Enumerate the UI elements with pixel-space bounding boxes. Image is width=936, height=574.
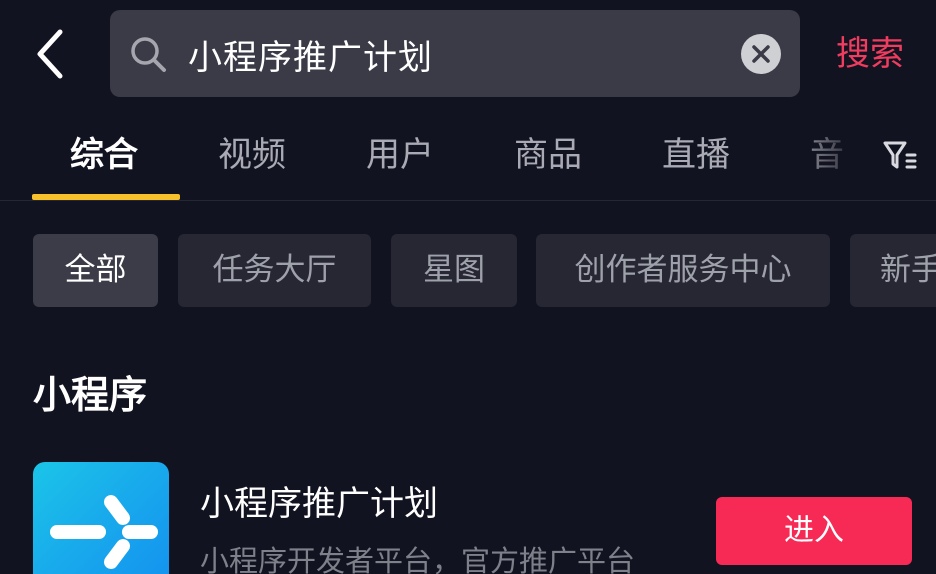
chip-creator-service-center[interactable]: 创作者服务中心 (536, 234, 830, 307)
tabs-divider (0, 200, 936, 201)
search-input[interactable] (188, 24, 728, 84)
result-description: 小程序开发者平台，官方推广平台 (200, 544, 636, 574)
clear-search-button[interactable] (741, 34, 781, 74)
result-title[interactable]: 小程序推广计划 (200, 480, 438, 528)
chip-task-hall[interactable]: 任务大厅 (178, 234, 371, 307)
search-submit-button[interactable]: 搜索 (836, 28, 904, 80)
chip-newbie[interactable]: 新手 (850, 234, 936, 307)
chip-xingtu[interactable]: 星图 (391, 234, 517, 307)
search-icon (131, 37, 166, 72)
search-box[interactable] (110, 10, 800, 97)
chevron-left-icon (37, 29, 63, 79)
tab-videos[interactable]: 视频 (218, 132, 286, 178)
result-tabs: 综合 视频 用户 商品 直播 音 (0, 110, 936, 200)
filter-icon (883, 141, 917, 169)
tab-live[interactable]: 直播 (662, 132, 730, 178)
back-button[interactable] (30, 26, 74, 82)
filter-button[interactable] (882, 138, 918, 174)
mini-program-logo-icon[interactable] (33, 462, 169, 574)
tab-users[interactable]: 用户 (366, 132, 434, 178)
mini-program-mark-icon (50, 495, 158, 569)
enter-button[interactable]: 进入 (716, 497, 912, 565)
section-title: 小程序 (33, 373, 148, 417)
tab-products[interactable]: 商品 (514, 132, 582, 178)
chip-all[interactable]: 全部 (33, 234, 158, 307)
search-results-page: 搜索 综合 视频 用户 商品 直播 音 全部 任务大厅 星图 创作者服务中心 新… (0, 0, 936, 574)
filter-chips: 全部 任务大厅 星图 创作者服务中心 新手 (0, 234, 936, 308)
tab-comprehensive[interactable]: 综合 (70, 132, 138, 178)
tab-music[interactable]: 音 (810, 132, 844, 178)
close-icon (752, 45, 770, 63)
